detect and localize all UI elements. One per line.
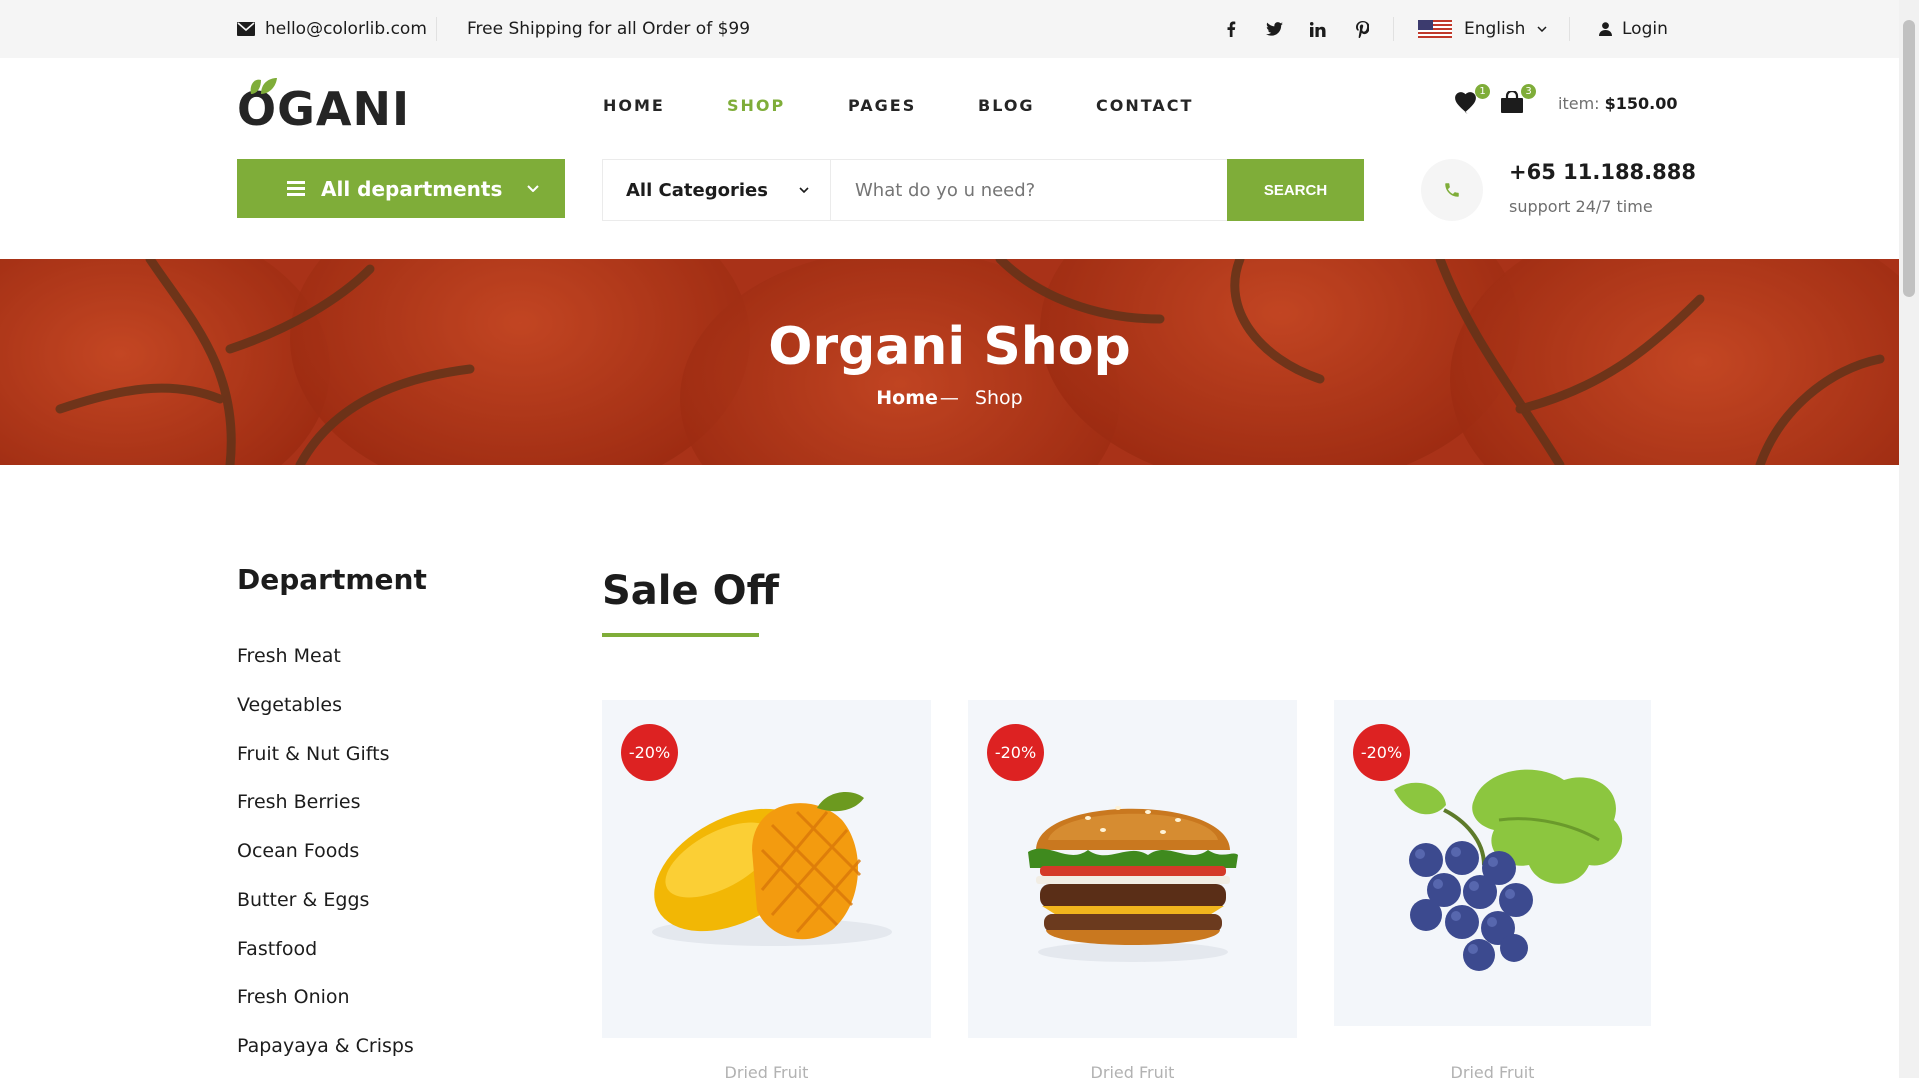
product-card[interactable]: -20%	[968, 700, 1297, 1038]
breadcrumb: Home — Shop	[0, 387, 1899, 409]
heart-icon	[1455, 92, 1476, 114]
product-category[interactable]: Dried Fruit	[602, 1063, 931, 1078]
sidebar-item-ocean-foods[interactable]: Ocean Foods	[237, 840, 359, 862]
department-title: Department	[237, 563, 427, 596]
sidebar-item-fruit-nut-gifts[interactable]: Fruit & Nut Gifts	[237, 743, 389, 765]
sidebar-item-fresh-meat[interactable]: Fresh Meat	[237, 645, 341, 667]
burger-image	[1028, 806, 1238, 962]
shopping-bag-icon	[1501, 89, 1523, 113]
scrollbar-thumb[interactable]	[1903, 20, 1915, 297]
product-card[interactable]: -20%	[602, 700, 931, 1038]
chevron-down-icon	[527, 185, 539, 192]
facebook-icon[interactable]	[1226, 0, 1236, 58]
category-selected: All Categories	[626, 179, 768, 201]
sidebar-item-papayaya-crisps[interactable]: Papayaya & Crisps	[237, 1035, 414, 1057]
category-select[interactable]: All Categories	[603, 160, 831, 220]
leaf-icon	[250, 78, 277, 94]
chevron-down-icon	[799, 187, 809, 193]
linkedin-icon[interactable]	[1310, 0, 1326, 58]
phone-icon	[1445, 183, 1459, 197]
cart-button[interactable]: 3	[1500, 84, 1536, 118]
nav-pages[interactable]: PAGES	[848, 96, 916, 115]
login-link[interactable]: Login	[1599, 0, 1668, 58]
chevron-down-icon	[1537, 26, 1547, 32]
search-form: All Categories	[602, 159, 1228, 221]
breadcrumb-home[interactable]: Home	[876, 387, 938, 409]
pinterest-icon[interactable]	[1356, 0, 1369, 58]
phone-badge	[1421, 159, 1483, 221]
nav-blog[interactable]: BLOG	[978, 96, 1035, 115]
logo[interactable]: OGANI	[237, 76, 410, 136]
search-button[interactable]: SEARCH	[1227, 159, 1364, 221]
cart-item-label: item:	[1558, 94, 1600, 113]
grapes-image	[1394, 769, 1623, 971]
wishlist-count: 1	[1475, 84, 1490, 99]
page-banner: Organi Shop Home — Shop	[0, 259, 1899, 465]
sidebar-item-fresh-berries[interactable]: Fresh Berries	[237, 791, 361, 813]
nav-home[interactable]: HOME	[603, 96, 665, 115]
us-flag-icon	[1418, 20, 1452, 38]
email-text: hello@colorlib.com	[265, 19, 427, 39]
cart-total: item: $150.00	[1558, 94, 1678, 113]
support-text: support 24/7 time	[1509, 197, 1653, 216]
sidebar-item-fresh-onion[interactable]: Fresh Onion	[237, 986, 350, 1008]
shipping-notice: Free Shipping for all Order of $99	[467, 19, 751, 39]
language-selector[interactable]: English	[1418, 0, 1547, 58]
phone-number: +65 11.188.888	[1509, 160, 1696, 184]
breadcrumb-current: Shop	[974, 387, 1023, 409]
product-card[interactable]: -20%	[1334, 700, 1651, 1026]
section-title: Sale Off	[602, 568, 779, 614]
nav-shop[interactable]: SHOP	[727, 96, 785, 115]
divider	[436, 17, 437, 41]
breadcrumb-separator: —	[939, 387, 959, 409]
all-departments-button[interactable]: All departments	[237, 159, 565, 218]
cart-count: 3	[1521, 84, 1536, 99]
language-label: English	[1464, 19, 1526, 39]
twitter-icon[interactable]	[1266, 0, 1283, 58]
login-label: Login	[1622, 19, 1668, 39]
email-contact[interactable]: hello@colorlib.com	[237, 0, 427, 58]
mango-image	[652, 792, 892, 946]
product-category[interactable]: Dried Fruit	[968, 1063, 1297, 1078]
top-bar: hello@colorlib.com Free Shipping for all…	[0, 0, 1899, 58]
scrollbar[interactable]	[1899, 0, 1919, 1078]
divider	[1393, 17, 1394, 41]
menu-icon	[287, 181, 305, 196]
product-category[interactable]: Dried Fruit	[1334, 1063, 1651, 1078]
cart-total-value: $150.00	[1604, 94, 1678, 113]
page-title: Organi Shop	[768, 317, 1131, 377]
user-icon	[1599, 22, 1612, 36]
all-departments-label: All departments	[321, 176, 503, 201]
sidebar-item-butter-eggs[interactable]: Butter & Eggs	[237, 889, 369, 911]
search-input[interactable]	[831, 160, 1227, 220]
nav-contact[interactable]: CONTACT	[1096, 96, 1193, 115]
sidebar-item-fastfood[interactable]: Fastfood	[237, 938, 317, 960]
sidebar-item-vegetables[interactable]: Vegetables	[237, 694, 342, 716]
envelope-icon	[237, 22, 255, 36]
divider	[1569, 17, 1570, 41]
wishlist-button[interactable]: 1	[1453, 84, 1490, 118]
section-underline	[602, 633, 759, 637]
